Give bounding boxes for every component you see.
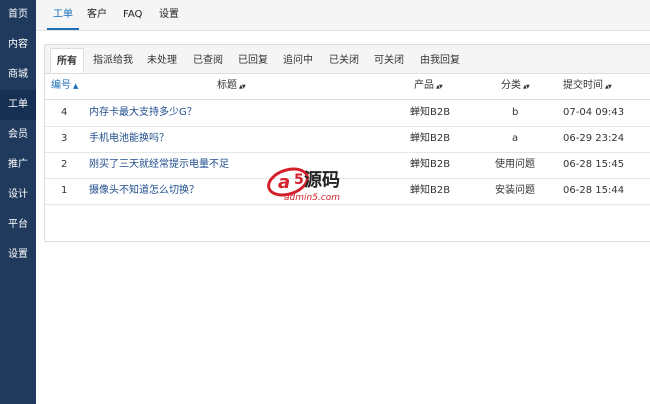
ticket-product: 蝉知B2B [410, 185, 451, 196]
filter-tab-follow-up[interactable]: 追问中 [277, 48, 319, 73]
table-row[interactable]: 3 手机电池能换吗？ 蝉知B2B a 06-29 23:24 [45, 126, 650, 153]
sort-icon: ▲▼ [239, 84, 246, 90]
column-header-title[interactable]: 标题 ▲▼ [217, 73, 246, 99]
ticket-product: 蝉知B2B [410, 107, 451, 118]
tab-settings[interactable]: 设置 [159, 0, 179, 30]
filter-tab-unprocessed[interactable]: 未处理 [141, 48, 183, 73]
svg-text:5: 5 [294, 172, 304, 188]
filter-tab-closable[interactable]: 可关闭 [368, 48, 410, 73]
ticket-title-link[interactable]: 摄像头不知道怎么切换？ [89, 178, 199, 204]
filter-tabs: 所有 指派给我 未处理 已查阅 已回复 追问中 已关闭 可关闭 由我回复 [45, 45, 650, 74]
column-label: 标题 [217, 80, 237, 91]
ticket-submit-time: 06-28 15:45 [563, 159, 625, 170]
column-label: 分类 [501, 80, 521, 91]
ticket-panel: 所有 指派给我 未处理 已查阅 已回复 追问中 已关闭 可关闭 由我回复 编号 ▲… [44, 44, 650, 242]
filter-tab-assigned-to-me[interactable]: 指派给我 [87, 48, 139, 73]
svg-text:a: a [278, 172, 290, 193]
column-header-product[interactable]: 产品 ▲▼ [414, 73, 443, 99]
ticket-title-link[interactable]: 刚买了三天就经常提示电量不足 [89, 152, 229, 178]
column-label: 产品 [414, 80, 434, 91]
ticket-id: 4 [61, 107, 68, 118]
sidebar-item-platform[interactable]: 平台 [0, 210, 36, 240]
svg-text:源码: 源码 [304, 169, 340, 191]
tab-tickets[interactable]: 工单 [47, 0, 79, 30]
ticket-submit-time: 06-28 15:44 [563, 185, 625, 196]
column-label: 编号 [51, 80, 71, 91]
table-header: 编号 ▲ 标题 ▲▼ 产品 ▲▼ 分类 ▲▼ 提交时间 ▲▼ [45, 73, 650, 100]
ticket-category: a [512, 133, 519, 144]
column-label: 提交时间 [563, 80, 603, 91]
filter-tab-replied[interactable]: 已回复 [232, 48, 274, 73]
table-row[interactable]: 4 内存卡最大支持多少G？ 蝉知B2B b 07-04 09:43 [45, 100, 650, 127]
sidebar-item-mall[interactable]: 商城 [0, 60, 36, 90]
sidebar-item-promotion[interactable]: 推广 [0, 150, 36, 180]
filter-tab-replied-by-me[interactable]: 由我回复 [414, 48, 466, 73]
filter-tab-closed[interactable]: 已关闭 [323, 48, 365, 73]
column-header-category[interactable]: 分类 ▲▼ [501, 73, 530, 99]
watermark-logo: a 5 源码 admin5.com [266, 160, 366, 204]
sidebar-item-tickets[interactable]: 工单 [0, 90, 36, 120]
sidebar-item-home[interactable]: 首页 [0, 0, 36, 30]
filter-tab-viewed[interactable]: 已查阅 [187, 48, 229, 73]
tab-customers[interactable]: 客户 [87, 0, 107, 30]
ticket-category: b [512, 107, 519, 118]
column-header-id[interactable]: 编号 ▲ [51, 73, 78, 99]
column-header-submit-time[interactable]: 提交时间 ▲▼ [563, 73, 612, 99]
ticket-id: 2 [61, 159, 68, 170]
sort-icon: ▲▼ [605, 84, 612, 90]
sort-asc-icon: ▲ [73, 82, 79, 90]
sidebar-item-settings[interactable]: 设置 [0, 240, 36, 270]
ticket-category: 使用问题 [495, 159, 535, 170]
sort-icon: ▲▼ [436, 84, 443, 90]
sidebar-item-design[interactable]: 设计 [0, 180, 36, 210]
ticket-submit-time: 06-29 23:24 [563, 133, 625, 144]
sidebar-item-content[interactable]: 内容 [0, 30, 36, 60]
tab-faq[interactable]: FAQ [123, 0, 142, 30]
ticket-product: 蝉知B2B [410, 133, 451, 144]
top-nav: 工单 客户 FAQ 设置 [36, 0, 650, 31]
ticket-id: 1 [61, 185, 68, 196]
sort-icon: ▲▼ [523, 84, 530, 90]
ticket-title-link[interactable]: 手机电池能换吗？ [89, 126, 169, 152]
a5-logo-icon: a 5 源码 admin5.com [267, 167, 340, 203]
ticket-category: 安装问题 [495, 185, 535, 196]
ticket-submit-time: 07-04 09:43 [563, 107, 625, 118]
filter-tab-all[interactable]: 所有 [50, 48, 84, 73]
sidebar: 首页 内容 商城 工单 会员 推广 设计 平台 设置 [0, 0, 36, 404]
sidebar-item-members[interactable]: 会员 [0, 120, 36, 150]
ticket-title-link[interactable]: 内存卡最大支持多少G？ [89, 100, 197, 126]
ticket-product: 蝉知B2B [410, 159, 451, 170]
ticket-id: 3 [61, 133, 68, 144]
svg-text:admin5.com: admin5.com [284, 193, 340, 203]
